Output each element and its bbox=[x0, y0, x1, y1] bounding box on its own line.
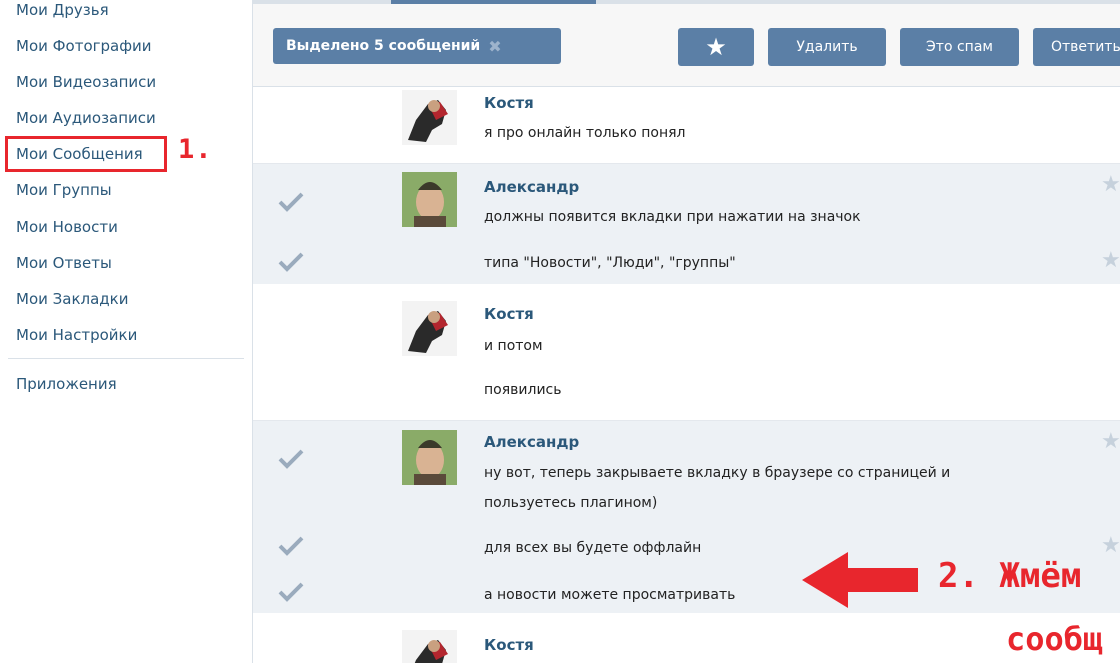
checkmark-icon[interactable] bbox=[277, 250, 305, 272]
message-row-selected[interactable]: Александр должны появится вкладки при на… bbox=[253, 164, 1120, 284]
message-text: появились bbox=[484, 382, 562, 398]
delete-button[interactable]: Удалить bbox=[768, 28, 886, 66]
avatar-image bbox=[402, 301, 457, 356]
message-text: и потом bbox=[484, 338, 543, 354]
highlight-box-messages bbox=[5, 136, 167, 172]
message-row[interactable]: Костя и потом появились bbox=[253, 284, 1120, 420]
avatar-alexander[interactable] bbox=[402, 430, 457, 485]
avatar-image bbox=[402, 172, 457, 227]
message-text: для всех вы будете оффлайн bbox=[484, 540, 702, 556]
star-icon[interactable]: ★ bbox=[1101, 250, 1120, 272]
sidebar-divider bbox=[8, 358, 244, 359]
checkmark-icon[interactable] bbox=[277, 580, 305, 602]
sidebar-item-videos[interactable]: Мои Видеозаписи bbox=[16, 72, 156, 92]
star-icon[interactable]: ★ bbox=[1101, 535, 1120, 557]
sidebar-item-groups[interactable]: Мои Группы bbox=[16, 180, 112, 200]
star-icon: ★ bbox=[705, 33, 727, 61]
message-author[interactable]: Александр bbox=[484, 433, 579, 451]
message-text: должны появится вкладки при нажатии на з… bbox=[484, 209, 861, 225]
mark-important-button[interactable]: ★ bbox=[678, 28, 754, 66]
message-text: типа "Новости", "Люди", "группы" bbox=[484, 255, 736, 271]
message-author[interactable]: Костя bbox=[484, 305, 534, 323]
star-icon[interactable]: ★ bbox=[1101, 431, 1120, 453]
selection-toolbar: Выделено 5 сообщений ✖ ★ Удалить Это спа… bbox=[253, 4, 1120, 87]
checkmark-icon[interactable] bbox=[277, 190, 305, 212]
message-row[interactable]: Костя я про онлайн только понял bbox=[253, 87, 1120, 163]
selection-count-label: Выделено 5 сообщений bbox=[286, 38, 481, 54]
sidebar-item-news[interactable]: Мои Новости bbox=[16, 217, 118, 237]
selection-count-badge: Выделено 5 сообщений ✖ bbox=[273, 28, 561, 64]
sidebar-item-photos[interactable]: Мои Фотографии bbox=[16, 36, 152, 56]
message-text: а новости можете просматривать bbox=[484, 587, 736, 603]
message-text: ну вот, теперь закрываете вкладку в брау… bbox=[484, 465, 951, 481]
message-author[interactable]: Костя bbox=[484, 636, 534, 654]
avatar-alexander[interactable] bbox=[402, 172, 457, 227]
sidebar-item-answers[interactable]: Мои Ответы bbox=[16, 253, 112, 273]
reply-button[interactable]: Ответить bbox=[1033, 28, 1120, 66]
checkmark-icon[interactable] bbox=[277, 534, 305, 556]
annotation-arrow-icon bbox=[802, 552, 918, 608]
avatar-image bbox=[402, 90, 457, 145]
star-icon[interactable]: ★ bbox=[1101, 174, 1120, 196]
left-sidebar: Мои Друзья Мои Фотографии Мои Видеозапис… bbox=[0, 0, 252, 663]
sidebar-item-friends[interactable]: Мои Друзья bbox=[16, 0, 109, 20]
sidebar-item-settings[interactable]: Мои Настройки bbox=[16, 325, 137, 345]
annotation-step-2: 2. Жмём bbox=[938, 556, 1082, 596]
clear-selection-icon[interactable]: ✖ bbox=[488, 37, 501, 56]
avatar-kostya[interactable] bbox=[402, 301, 457, 356]
message-text: я про онлайн только понял bbox=[484, 125, 686, 141]
annotation-step-1: 1. bbox=[178, 134, 213, 165]
message-author[interactable]: Александр bbox=[484, 178, 579, 196]
checkmark-icon[interactable] bbox=[277, 447, 305, 469]
sidebar-item-audio[interactable]: Мои Аудиозаписи bbox=[16, 108, 156, 128]
avatar-image bbox=[402, 630, 457, 663]
spam-button[interactable]: Это спам bbox=[900, 28, 1019, 66]
avatar-kostya[interactable] bbox=[402, 630, 457, 663]
annotation-step-2-continued: сообщ bbox=[1006, 620, 1103, 658]
message-row[interactable]: Костя bbox=[253, 613, 1120, 663]
message-text: пользуетесь плагином) bbox=[484, 495, 658, 511]
avatar-kostya[interactable] bbox=[402, 90, 457, 145]
sidebar-item-apps[interactable]: Приложения bbox=[16, 374, 117, 394]
sidebar-item-bookmarks[interactable]: Мои Закладки bbox=[16, 289, 128, 309]
avatar-image bbox=[402, 430, 457, 485]
message-author[interactable]: Костя bbox=[484, 94, 534, 112]
